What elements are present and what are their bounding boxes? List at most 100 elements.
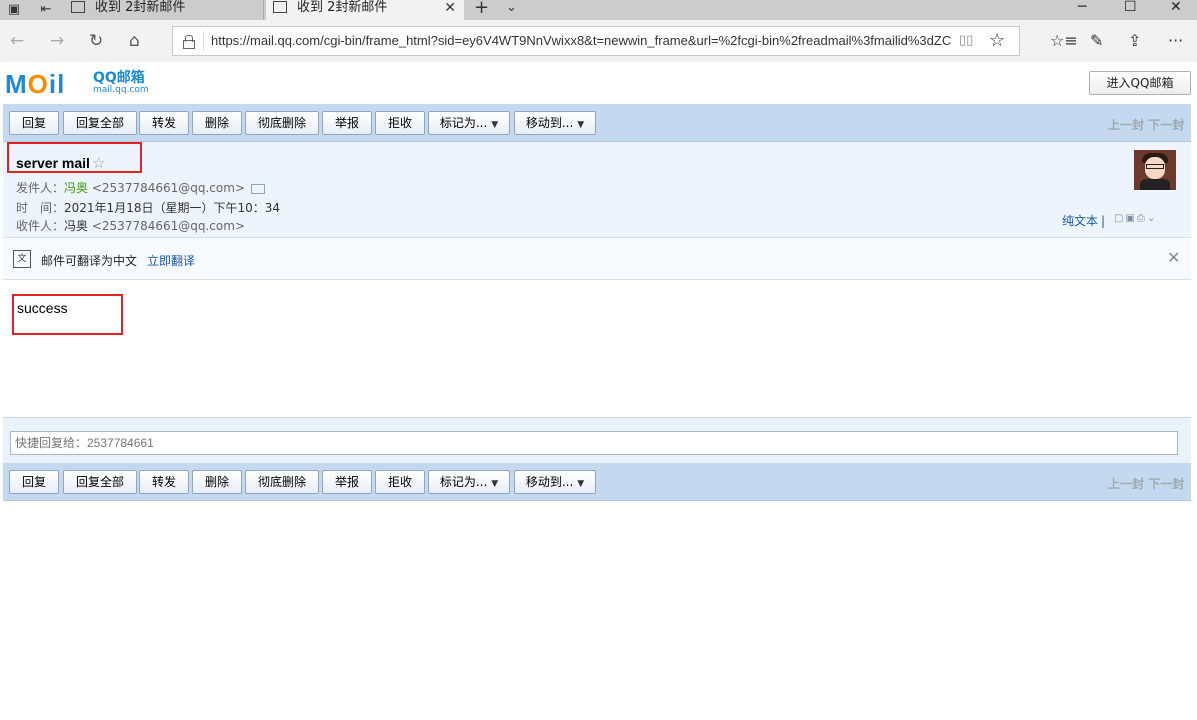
close-icon[interactable]: ✕ [1167, 248, 1180, 267]
prev-mail-link[interactable]: 上一封 [1108, 118, 1144, 132]
mark-as-dropdown[interactable]: 标记为... ▼ [428, 470, 510, 494]
favorites-icon[interactable]: ☆≡ [1050, 32, 1078, 50]
delete-button[interactable]: 删除 [192, 111, 242, 135]
caret-down-icon: ▼ [577, 479, 585, 489]
report-button[interactable]: 举报 [322, 111, 372, 135]
reply-all-button[interactable]: 回复全部 [63, 470, 137, 494]
back-icon[interactable]: ← [10, 32, 24, 50]
prev-next-nav: 上一封 下一封 [1108, 116, 1184, 133]
reply-button[interactable]: 回复 [9, 470, 59, 494]
move-to-label: 移动到... [525, 475, 574, 489]
lock-icon [183, 35, 195, 49]
delete-forever-button[interactable]: 彻底删除 [245, 111, 319, 135]
from-name[interactable]: 冯奥 [64, 181, 88, 195]
favorite-star-icon[interactable]: ☆ [989, 30, 1005, 51]
note-icon[interactable]: ▢ [1114, 213, 1125, 224]
quick-reply-input[interactable] [10, 431, 1178, 455]
next-mail-link[interactable]: 下一封 [1148, 477, 1184, 491]
logo-domain-text: mail.qq.com [93, 85, 149, 95]
avatar-glasses [1146, 164, 1164, 169]
next-mail-link[interactable]: 下一封 [1148, 118, 1184, 132]
star-icon[interactable]: ☆ [92, 155, 105, 172]
more-icon[interactable]: ··· [1168, 32, 1183, 50]
translate-bar: 文 邮件可翻译为中文 立即翻译 ✕ [3, 239, 1191, 280]
to-name[interactable]: 冯奥 [64, 219, 88, 233]
delete-button[interactable]: 删除 [192, 470, 242, 494]
reply-all-button[interactable]: 回复全部 [63, 111, 137, 135]
time-line: 时 间：2021年1月18日（星期一）下午10：34 [16, 199, 280, 216]
plain-text-toggle[interactable]: 纯文本 | [1062, 212, 1108, 229]
subject-text: server mail [16, 155, 90, 171]
contact-card-icon[interactable] [251, 183, 265, 194]
translate-now-link[interactable]: 立即翻译 [147, 252, 195, 269]
enter-qqmail-button[interactable]: 进入QQ邮箱 [1089, 71, 1191, 95]
browser-tab-2[interactable]: 收到 2封新邮件 ✕ [266, 0, 464, 20]
plain-text-link[interactable]: 纯文本 [1062, 214, 1098, 228]
from-line: 发件人：冯奥 <2537784661@qq.com> [16, 179, 265, 196]
set-aside-tabs-icon[interactable]: ⇤ [38, 2, 54, 18]
new-tab-icon[interactable]: + [474, 0, 489, 17]
move-to-dropdown[interactable]: 移动到... ▼ [514, 470, 596, 494]
caret-down-icon: ▼ [491, 479, 499, 489]
prev-mail-link[interactable]: 上一封 [1108, 477, 1144, 491]
logo-wordmark: MOil [5, 69, 66, 99]
chevron-down-icon[interactable]: ⌄ [1147, 213, 1157, 224]
divider: | [1101, 214, 1106, 228]
mail-toolbar-top: 回复 回复全部 转发 删除 彻底删除 举报 拒收 标记为... ▼ 移动到... ▼… [3, 104, 1191, 142]
refresh-icon[interactable]: ↻ [89, 32, 103, 50]
reading-view-icon[interactable]: ▯▯ [959, 33, 973, 48]
forward-button[interactable]: 转发 [139, 470, 189, 494]
browser-tab-strip: ▣ ⇤ 收到 2封新邮件 收到 2封新邮件 ✕ + ⌄ ─ ☐ ✕ [0, 0, 1197, 20]
folder-icon[interactable]: ▣ [1125, 213, 1136, 224]
caret-down-icon: ▼ [491, 120, 499, 130]
time-label: 时 间： [16, 201, 65, 215]
page-icon [71, 1, 85, 13]
close-tab-icon[interactable]: ✕ [444, 0, 456, 16]
delete-forever-button[interactable]: 彻底删除 [245, 470, 319, 494]
mark-as-dropdown[interactable]: 标记为... ▼ [428, 111, 510, 135]
print-icon[interactable]: ⎙ [1137, 213, 1147, 224]
address-bar[interactable]: https://mail.qq.com/cgi-bin/frame_html?s… [172, 26, 1020, 56]
avatar-body [1140, 179, 1170, 190]
caret-down-icon: ▼ [577, 120, 585, 130]
chevron-down-icon[interactable]: ⌄ [506, 0, 517, 16]
forward-icon[interactable]: → [50, 32, 64, 50]
mail-meta: server mail ☆ 发件人：冯奥 <2537784661@qq.com> … [3, 142, 1191, 238]
from-label: 发件人： [16, 181, 65, 195]
translate-icon: 文 [13, 250, 31, 268]
to-label: 收件人： [16, 219, 65, 233]
pen-icon[interactable]: ✎ [1090, 32, 1103, 50]
url-text[interactable]: https://mail.qq.com/cgi-bin/frame_html?s… [211, 33, 951, 48]
move-to-label: 移动到... [525, 116, 574, 130]
from-address: <2537784661@qq.com> [91, 181, 245, 195]
qqmail-logo[interactable]: MOil QQ邮箱 mail.qq.com [5, 69, 149, 99]
report-button[interactable]: 举报 [322, 470, 372, 494]
maximize-icon[interactable]: ☐ [1124, 0, 1137, 14]
avatar[interactable] [1134, 150, 1176, 190]
reject-button[interactable]: 拒收 [375, 111, 425, 135]
divider [203, 31, 204, 51]
to-line: 收件人：冯奥 <2537784661@qq.com> [16, 217, 245, 234]
home-icon[interactable]: ⌂ [129, 32, 140, 50]
logo-cn-text: QQ邮箱 [93, 70, 145, 86]
browser-tab-1[interactable]: 收到 2封新邮件 [64, 0, 264, 20]
move-to-dropdown[interactable]: 移动到... ▼ [514, 111, 596, 135]
tab-actions-icon[interactable]: ▣ [6, 2, 22, 18]
page-icon [273, 1, 287, 13]
minimize-icon[interactable]: ─ [1078, 0, 1086, 14]
to-address: <2537784661@qq.com> [91, 219, 245, 233]
reply-button[interactable]: 回复 [9, 111, 59, 135]
mail-action-icons: ▢▣⎙⌄ [1114, 213, 1157, 224]
share-icon[interactable]: ⇪ [1128, 32, 1141, 50]
translate-text: 邮件可翻译为中文 [41, 254, 138, 268]
prev-next-nav: 上一封 下一封 [1108, 475, 1184, 492]
mail-subject: server mail ☆ [16, 154, 105, 172]
reject-button[interactable]: 拒收 [375, 470, 425, 494]
close-window-icon[interactable]: ✕ [1170, 0, 1182, 14]
browser-tab-title: 收到 2封新邮件 [297, 0, 388, 15]
mark-as-label: 标记为... [439, 116, 488, 130]
forward-button[interactable]: 转发 [139, 111, 189, 135]
browser-tab-title: 收到 2封新邮件 [95, 0, 186, 15]
mail-body: success [17, 300, 68, 316]
time-value: 2021年1月18日（星期一）下午10：34 [64, 201, 280, 215]
